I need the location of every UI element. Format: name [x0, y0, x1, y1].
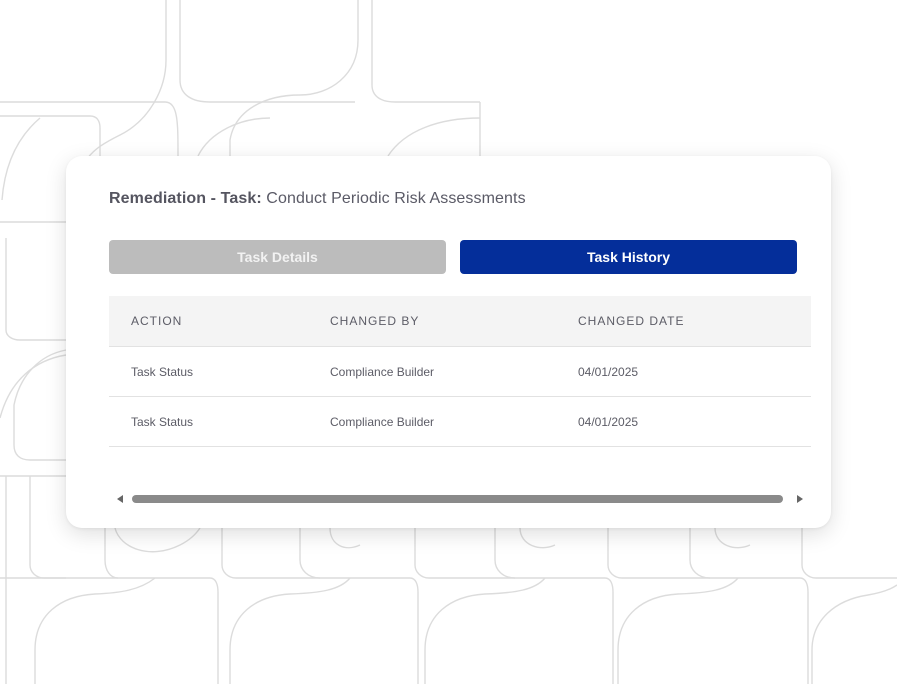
table-header-row: ACTION CHANGED BY CHANGED DATE	[109, 296, 811, 347]
task-history-table: ACTION CHANGED BY CHANGED DATE Task Stat…	[109, 296, 811, 447]
cell-changed-by: Compliance Builder	[330, 414, 435, 429]
tab-task-details[interactable]: Task Details	[109, 240, 446, 274]
cell-action: Task Status	[131, 364, 194, 379]
cell-changed-date: 04/01/2025	[578, 364, 639, 379]
cell-action: Task Status	[131, 414, 194, 429]
header-changed-date[interactable]: CHANGED DATE	[578, 296, 684, 346]
page-title: Remediation - Task: Conduct Periodic Ris…	[109, 190, 526, 208]
scroll-left-arrow-icon[interactable]	[117, 495, 123, 503]
cell-changed-by: Compliance Builder	[330, 364, 435, 379]
tab-task-history[interactable]: Task History	[460, 240, 797, 274]
table-row: Task Status Compliance Builder 04/01/202…	[109, 347, 811, 397]
horizontal-scrollbar[interactable]	[109, 490, 811, 508]
cell-changed-date: 04/01/2025	[578, 414, 639, 429]
task-card: Remediation - Task: Conduct Periodic Ris…	[66, 156, 831, 528]
scroll-right-arrow-icon[interactable]	[797, 495, 803, 503]
title-prefix: Remediation - Task:	[109, 190, 262, 207]
task-name: Conduct Periodic Risk Assessments	[266, 190, 526, 207]
header-action[interactable]: ACTION	[131, 296, 182, 346]
table-row: Task Status Compliance Builder 04/01/202…	[109, 397, 811, 447]
header-changed-by[interactable]: CHANGED BY	[330, 296, 419, 346]
scrollbar-thumb[interactable]	[132, 495, 783, 503]
